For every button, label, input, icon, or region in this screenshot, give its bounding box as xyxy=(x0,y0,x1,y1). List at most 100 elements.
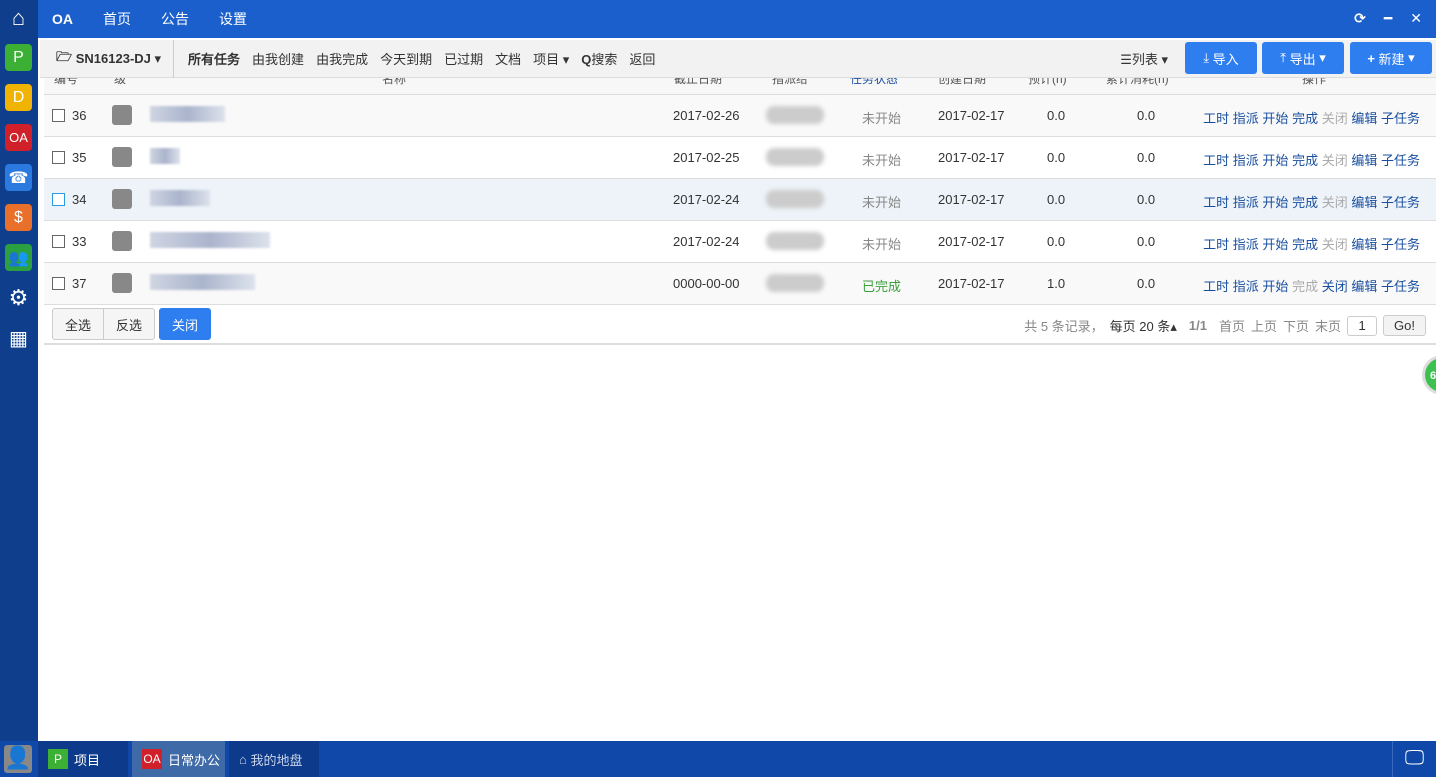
col-pri[interactable]: 级 xyxy=(114,78,126,87)
new-button[interactable]: + 新建 ▾ xyxy=(1350,42,1432,74)
sidebar-app-3[interactable]: ☎ xyxy=(5,164,32,191)
project-dropdown[interactable]: 项目 ▾ xyxy=(533,49,569,68)
action-0[interactable]: 工时 xyxy=(1203,111,1229,126)
action-5[interactable]: 编辑 xyxy=(1351,237,1377,252)
action-3[interactable]: 完成 xyxy=(1292,153,1318,168)
action-2[interactable]: 开始 xyxy=(1262,111,1288,126)
floating-badge[interactable]: 60 xyxy=(1422,355,1436,395)
action-3[interactable]: 完成 xyxy=(1292,237,1318,252)
table-row[interactable]: 35 2017-02-25 未开始 2017-02-17 0.0 0.0 工时 … xyxy=(44,137,1436,179)
action-3[interactable]: 完成 xyxy=(1292,111,1318,126)
row-checkbox[interactable] xyxy=(52,235,65,248)
col-name[interactable]: 名称 xyxy=(382,78,406,87)
minimize-icon[interactable]: ━ xyxy=(1384,10,1392,27)
action-4[interactable]: 关闭 xyxy=(1322,153,1348,168)
task-name[interactable] xyxy=(150,274,255,290)
taskbar-item-dashboard[interactable]: ⌂ 我的地盘 xyxy=(229,741,319,777)
col-deadline[interactable]: 截止日期 xyxy=(674,78,722,87)
first-page[interactable]: 首页 xyxy=(1219,316,1245,335)
batch-close-button[interactable]: 关闭 xyxy=(159,308,211,340)
col-consumed[interactable]: 累计消耗(h) xyxy=(1106,78,1169,87)
row-checkbox[interactable] xyxy=(52,151,65,164)
grid-icon[interactable]: ▦ xyxy=(5,325,32,352)
action-4[interactable]: 关闭 xyxy=(1322,279,1348,294)
user-avatar[interactable]: 👤 xyxy=(4,745,32,773)
tab-due-today[interactable]: 今天到期 xyxy=(380,49,432,68)
next-page[interactable]: 下页 xyxy=(1283,316,1309,335)
action-4[interactable]: 关闭 xyxy=(1322,237,1348,252)
action-5[interactable]: 编辑 xyxy=(1351,153,1377,168)
invert-select-button[interactable]: 反选 xyxy=(103,308,155,340)
action-6[interactable]: 子任务 xyxy=(1381,237,1420,252)
back-link[interactable]: 返回 xyxy=(629,49,655,68)
row-checkbox[interactable] xyxy=(52,277,65,290)
per-page-dropdown[interactable]: 每页 20 条▴ xyxy=(1110,316,1177,335)
tab-finished-by-me[interactable]: 由我完成 xyxy=(316,49,368,68)
view-dropdown[interactable]: ☰列表 ▾ xyxy=(1120,49,1168,68)
search-button[interactable]: Q搜索 xyxy=(581,49,617,68)
task-name[interactable] xyxy=(150,190,210,206)
brand[interactable]: OA xyxy=(52,11,73,27)
sidebar-app-4[interactable]: $ xyxy=(5,204,32,231)
taskbar-item-oa[interactable]: OA 日常办公 xyxy=(132,741,225,777)
table-row[interactable]: 33 2017-02-24 未开始 2017-02-17 0.0 0.0 工时 … xyxy=(44,221,1436,263)
action-1[interactable]: 指派 xyxy=(1233,111,1259,126)
refresh-icon[interactable]: ⟳ xyxy=(1354,10,1366,27)
action-0[interactable]: 工时 xyxy=(1203,237,1229,252)
sidebar-app-5[interactable]: 👥 xyxy=(5,244,32,271)
action-5[interactable]: 编辑 xyxy=(1351,279,1377,294)
action-1[interactable]: 指派 xyxy=(1233,195,1259,210)
action-6[interactable]: 子任务 xyxy=(1381,279,1420,294)
last-page[interactable]: 末页 xyxy=(1315,316,1341,335)
select-all-button[interactable]: 全选 xyxy=(52,308,104,340)
task-name[interactable] xyxy=(150,148,180,164)
row-checkbox[interactable] xyxy=(52,109,65,122)
action-2[interactable]: 开始 xyxy=(1262,153,1288,168)
action-3[interactable]: 完成 xyxy=(1292,279,1318,294)
action-2[interactable]: 开始 xyxy=(1262,195,1288,210)
action-0[interactable]: 工时 xyxy=(1203,195,1229,210)
action-0[interactable]: 工时 xyxy=(1203,153,1229,168)
action-6[interactable]: 子任务 xyxy=(1381,195,1420,210)
tab-all-tasks[interactable]: 所有任务 xyxy=(188,49,240,68)
project-selector[interactable]: 🗁 SN16123-DJ ▾ xyxy=(40,39,175,78)
action-5[interactable]: 编辑 xyxy=(1351,111,1377,126)
home-icon[interactable]: ⌂ xyxy=(5,4,32,31)
tab-docs[interactable]: 文档 xyxy=(495,49,521,68)
export-button[interactable]: ⤒ 导出 ▾ xyxy=(1262,42,1344,74)
action-6[interactable]: 子任务 xyxy=(1381,153,1420,168)
action-5[interactable]: 编辑 xyxy=(1351,195,1377,210)
row-checkbox[interactable] xyxy=(52,193,65,206)
prev-page[interactable]: 上页 xyxy=(1251,316,1277,335)
gear-icon[interactable]: ⚙ xyxy=(5,284,32,311)
action-4[interactable]: 关闭 xyxy=(1322,111,1348,126)
tab-overdue[interactable]: 已过期 xyxy=(444,49,483,68)
nav-notice[interactable]: 公告 xyxy=(161,9,189,29)
go-button[interactable]: Go! xyxy=(1383,315,1426,336)
col-created[interactable]: 创建日期 xyxy=(938,78,986,87)
table-row[interactable]: 36 2017-02-26 未开始 2017-02-17 0.0 0.0 工时 … xyxy=(44,95,1436,137)
action-0[interactable]: 工时 xyxy=(1203,279,1229,294)
taskbar-item-project[interactable]: P 项目 xyxy=(38,741,128,777)
action-1[interactable]: 指派 xyxy=(1233,153,1259,168)
task-name[interactable] xyxy=(150,232,270,248)
action-2[interactable]: 开始 xyxy=(1262,237,1288,252)
table-row[interactable]: 37 0000-00-00 已完成 2017-02-17 1.0 0.0 工时 … xyxy=(44,263,1436,305)
col-status[interactable]: 任务状态 xyxy=(850,78,898,87)
col-id[interactable]: 编号 xyxy=(54,78,78,87)
action-2[interactable]: 开始 xyxy=(1262,279,1288,294)
import-button[interactable]: ⤓ 导入 xyxy=(1185,42,1257,74)
task-name[interactable] xyxy=(150,106,225,122)
page-input[interactable] xyxy=(1347,315,1378,336)
action-1[interactable]: 指派 xyxy=(1233,279,1259,294)
col-assignee[interactable]: 指派给 xyxy=(772,78,808,87)
action-6[interactable]: 子任务 xyxy=(1381,111,1420,126)
close-icon[interactable]: ✕ xyxy=(1410,10,1422,27)
tab-created-by-me[interactable]: 由我创建 xyxy=(252,49,304,68)
action-3[interactable]: 完成 xyxy=(1292,195,1318,210)
desktop-icon[interactable]: 🖵 xyxy=(1392,741,1436,777)
action-1[interactable]: 指派 xyxy=(1233,237,1259,252)
sidebar-app-2[interactable]: OA xyxy=(5,124,32,151)
sidebar-app-1[interactable]: D xyxy=(5,84,32,111)
nav-home[interactable]: 首页 xyxy=(103,9,131,29)
